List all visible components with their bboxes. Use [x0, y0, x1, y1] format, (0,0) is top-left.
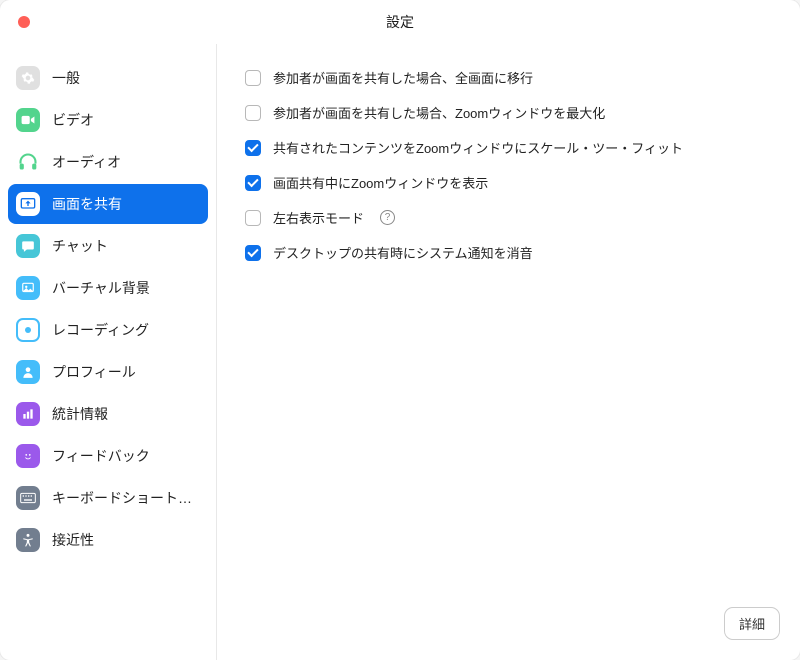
window-title: 設定: [0, 12, 800, 32]
accessibility-icon: [16, 528, 40, 552]
video-icon: [16, 108, 40, 132]
sidebar-item-label: 一般: [52, 68, 80, 88]
smiley-icon: [16, 444, 40, 468]
checkbox-fullscreen-on-share[interactable]: [245, 70, 261, 86]
window-body: 一般 ビデオ オーディオ 画面を共有: [0, 44, 800, 660]
option-label: デスクトップの共有時にシステム通知を消音: [273, 243, 533, 262]
checkbox-scale-to-fit[interactable]: [245, 140, 261, 156]
checkbox-mute-notifications[interactable]: [245, 245, 261, 261]
sidebar-item-label: キーボードショートカ…: [52, 488, 200, 508]
option-mute-notifications: デスクトップの共有時にシステム通知を消音: [245, 243, 772, 262]
titlebar: 設定: [0, 0, 800, 44]
sidebar-item-label: プロフィール: [52, 362, 136, 382]
option-maximize-on-share: 参加者が画面を共有した場合、Zoomウィンドウを最大化: [245, 103, 772, 122]
sidebar-item-statistics[interactable]: 統計情報: [8, 394, 208, 434]
option-scale-to-fit: 共有されたコンテンツをZoomウィンドウにスケール・ツー・フィット: [245, 138, 772, 157]
share-screen-icon: [16, 192, 40, 216]
sidebar-item-label: 統計情報: [52, 404, 108, 424]
sidebar-item-recording[interactable]: レコーディング: [8, 310, 208, 350]
keyboard-icon: [16, 486, 40, 510]
sidebar-item-feedback[interactable]: フィードバック: [8, 436, 208, 476]
sidebar-item-general[interactable]: 一般: [8, 58, 208, 98]
option-label: 画面共有中にZoomウィンドウを表示: [273, 173, 488, 192]
option-label: 共有されたコンテンツをZoomウィンドウにスケール・ツー・フィット: [273, 138, 683, 157]
settings-window: 設定 一般 ビデオ オーディオ: [0, 0, 800, 660]
profile-icon: [16, 360, 40, 384]
checkbox-maximize-on-share[interactable]: [245, 105, 261, 121]
sidebar-item-audio[interactable]: オーディオ: [8, 142, 208, 182]
image-icon: [16, 276, 40, 300]
content-panel: 参加者が画面を共有した場合、全画面に移行 参加者が画面を共有した場合、Zoomウ…: [217, 44, 800, 660]
checkbox-side-by-side[interactable]: [245, 210, 261, 226]
help-icon[interactable]: ?: [380, 210, 395, 225]
window-controls: [0, 16, 30, 28]
checkbox-show-zoom-window[interactable]: [245, 175, 261, 191]
option-fullscreen-on-share: 参加者が画面を共有した場合、全画面に移行: [245, 68, 772, 87]
sidebar-item-accessibility[interactable]: 接近性: [8, 520, 208, 560]
sidebar-item-label: チャット: [52, 236, 108, 256]
option-label: 左右表示モード: [273, 208, 364, 227]
close-window-button[interactable]: [18, 16, 30, 28]
sidebar-item-keyboard-shortcuts[interactable]: キーボードショートカ…: [8, 478, 208, 518]
sidebar-item-label: 接近性: [52, 530, 94, 550]
bar-chart-icon: [16, 402, 40, 426]
sidebar-item-label: レコーディング: [52, 320, 149, 340]
sidebar-item-label: オーディオ: [52, 152, 121, 172]
sidebar-item-video[interactable]: ビデオ: [8, 100, 208, 140]
option-label: 参加者が画面を共有した場合、Zoomウィンドウを最大化: [273, 103, 605, 122]
chat-icon: [16, 234, 40, 258]
sidebar-item-label: ビデオ: [52, 110, 94, 130]
headphones-icon: [16, 150, 40, 174]
sidebar-item-virtual-background[interactable]: バーチャル背景: [8, 268, 208, 308]
option-show-zoom-window: 画面共有中にZoomウィンドウを表示: [245, 173, 772, 192]
record-icon: [16, 318, 40, 342]
sidebar-item-label: バーチャル背景: [52, 278, 150, 298]
advanced-button[interactable]: 詳細: [724, 607, 780, 640]
sidebar-item-label: フィードバック: [52, 446, 150, 466]
sidebar-item-chat[interactable]: チャット: [8, 226, 208, 266]
option-label: 参加者が画面を共有した場合、全画面に移行: [273, 68, 533, 87]
option-side-by-side: 左右表示モード ?: [245, 208, 772, 227]
sidebar: 一般 ビデオ オーディオ 画面を共有: [0, 44, 217, 660]
sidebar-item-share-screen[interactable]: 画面を共有: [8, 184, 208, 224]
gear-icon: [16, 66, 40, 90]
sidebar-item-label: 画面を共有: [52, 194, 122, 214]
sidebar-item-profile[interactable]: プロフィール: [8, 352, 208, 392]
